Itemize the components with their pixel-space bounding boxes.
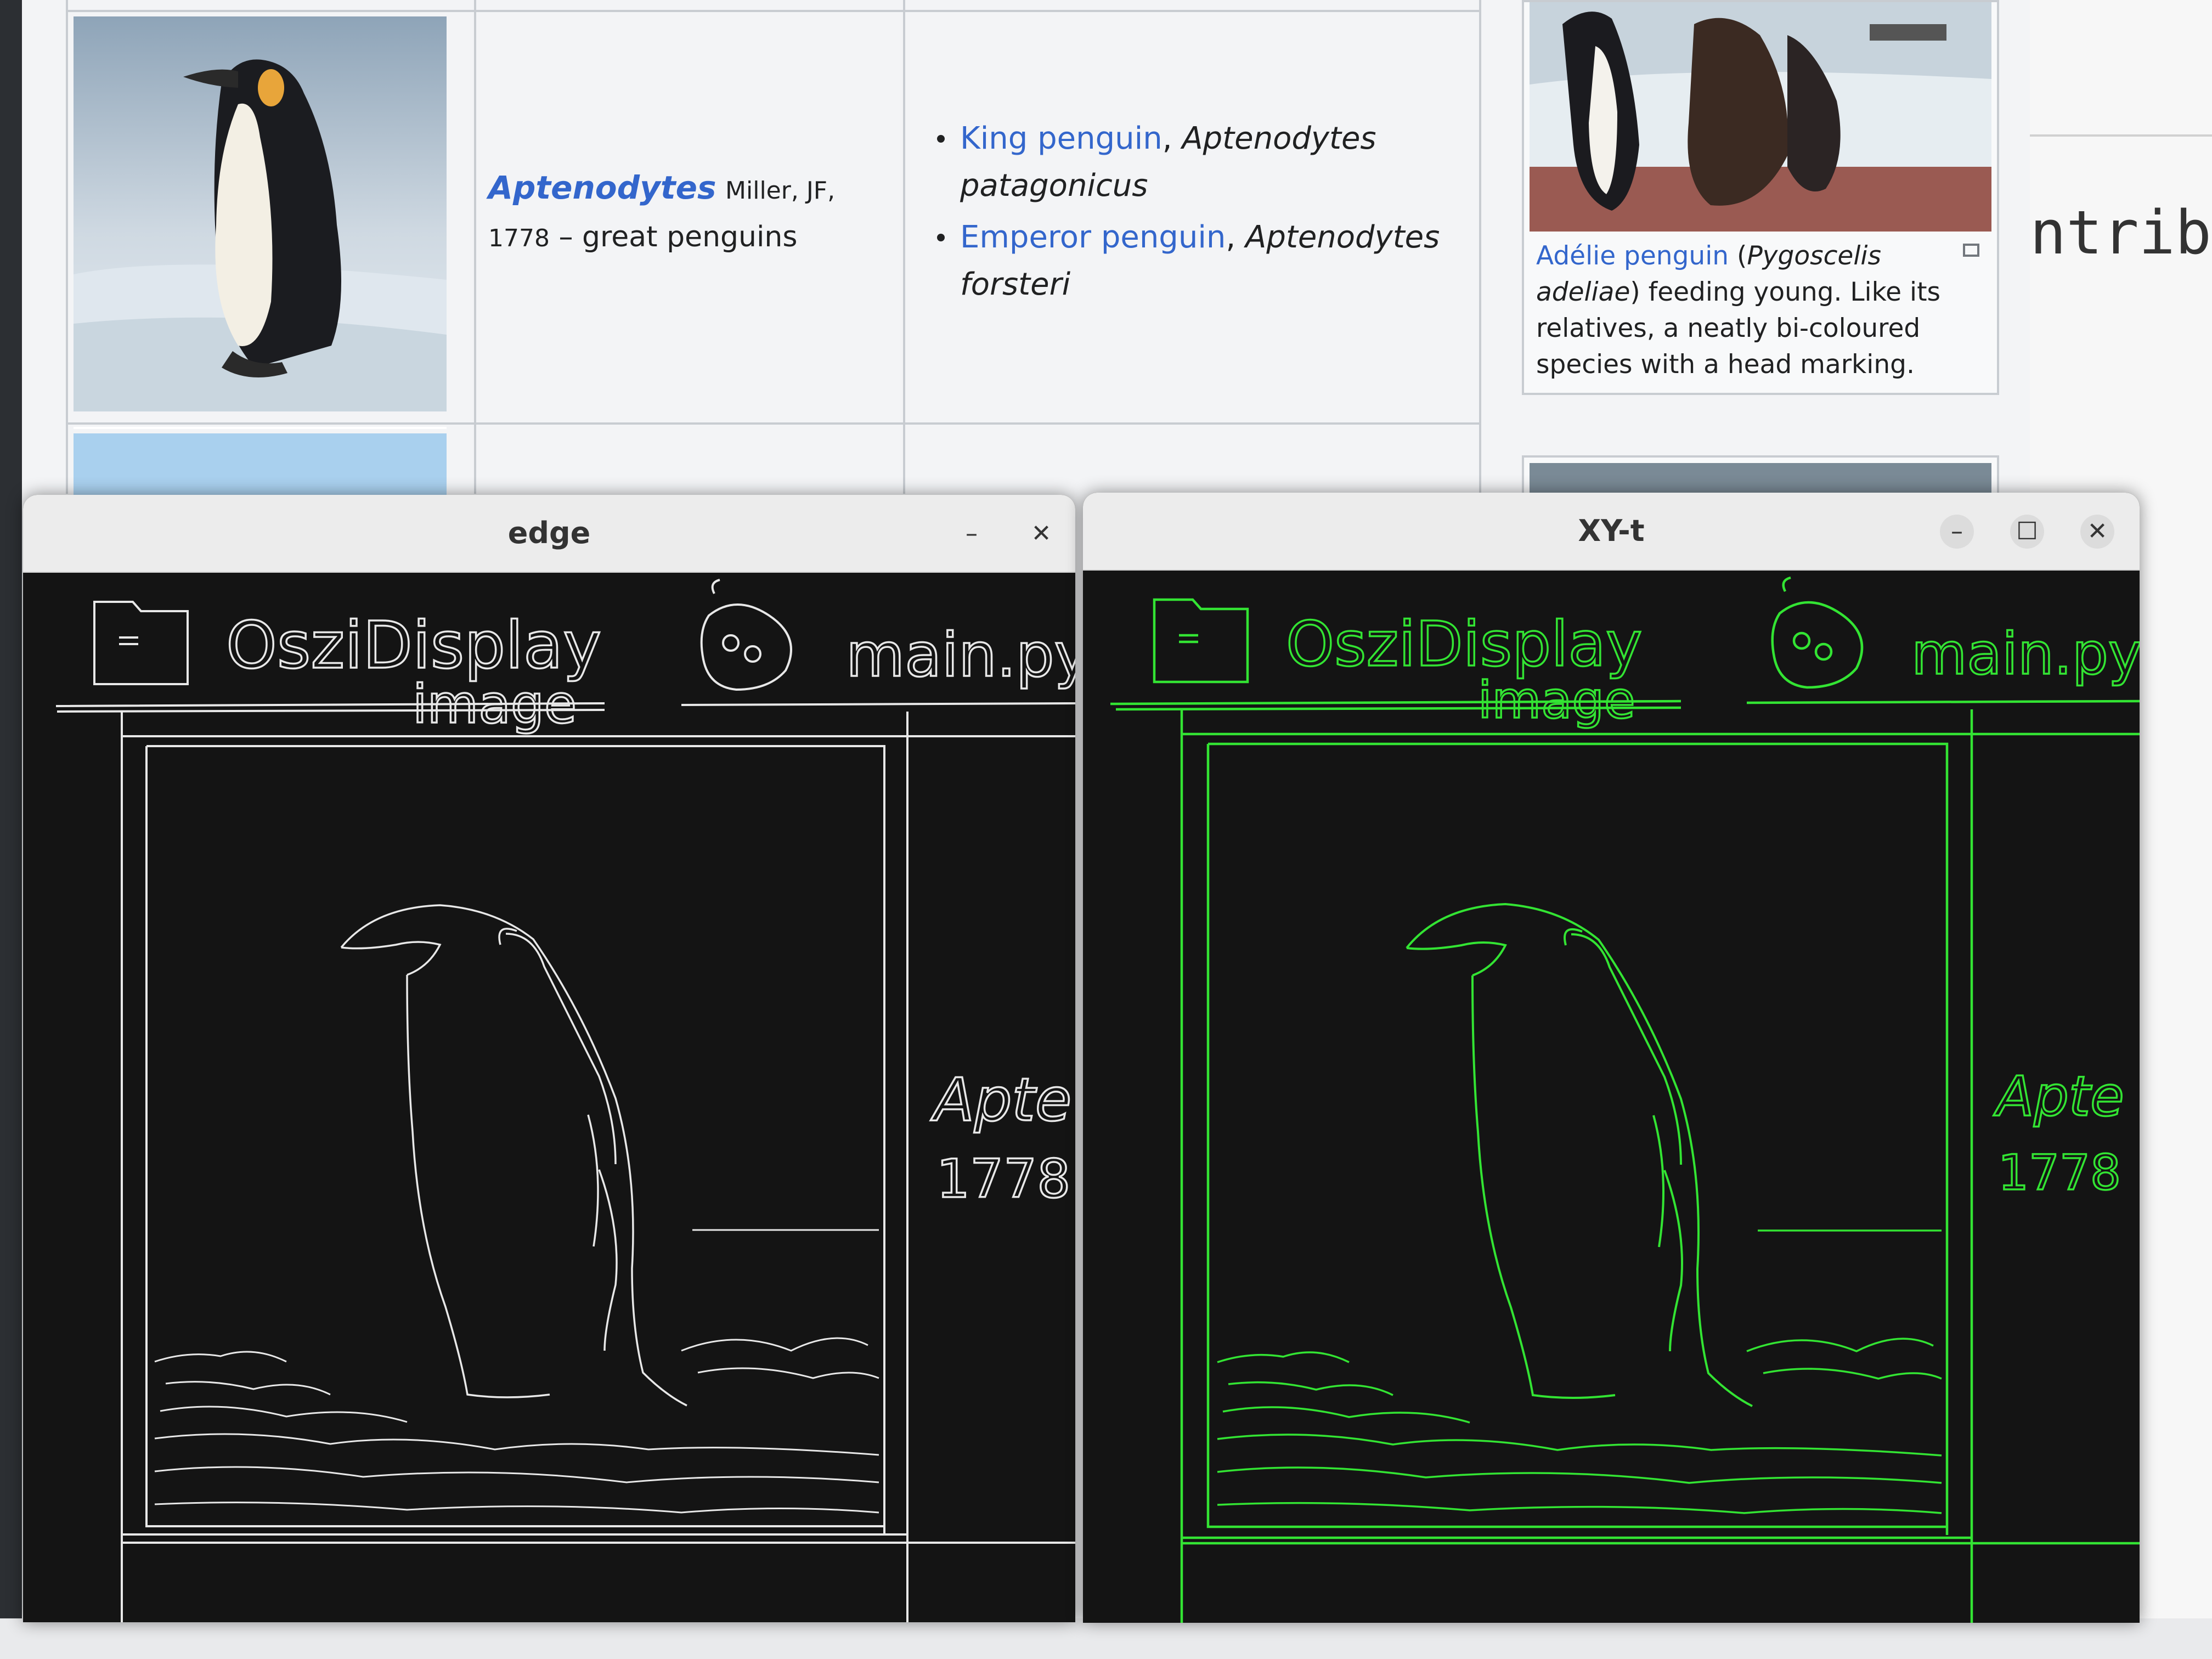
adelie-link[interactable]: Adélie penguin: [1536, 241, 1729, 271]
table-border: [66, 422, 1481, 425]
year-fragment-trace: 1778: [1998, 1144, 2121, 1201]
species-scientific-name: patagonicus: [960, 168, 1148, 204]
genus-table: Aptenodytes Miller, JF, 1778 – great pen…: [66, 0, 1481, 499]
python-icon: [700, 579, 792, 691]
species-link[interactable]: Emperor penguin: [960, 219, 1226, 255]
minimize-button[interactable]: –: [1940, 515, 1974, 549]
app-name-trace: OsziDisplay: [1286, 609, 1642, 680]
penguin-trace-drawing: [1406, 902, 1753, 1407]
enlarge-icon[interactable]: [1963, 244, 1979, 257]
genus-description: – great penguins: [558, 221, 798, 253]
species-list: King penguin, Aptenodytes patagonicus Em…: [933, 115, 1481, 313]
file-name-outline: main.py: [846, 620, 1075, 690]
table-border: [66, 0, 68, 494]
next-thumbnail-photo: [1530, 463, 1991, 496]
maximize-button[interactable]: ☐: [2010, 515, 2044, 549]
close-button[interactable]: ✕: [1024, 517, 1058, 551]
xyt-canvas: OsziDisplay main.py image Apte 1778: [1083, 569, 2140, 1623]
minimize-button[interactable]: –: [955, 517, 989, 551]
xyt-trace-image: OsziDisplay main.py image Apte 1778: [1110, 576, 2140, 1623]
edge-window-title: edge: [507, 516, 591, 550]
folder-icon: [1153, 598, 1249, 684]
ground-trace-drawing: [1217, 1229, 1942, 1514]
xyt-window-title: XY-t: [1578, 514, 1645, 548]
file-name-trace: main.py: [1911, 620, 2140, 687]
close-button[interactable]: ✕: [2080, 515, 2114, 549]
adelie-thumbnail: Adélie penguin (Pygoscelis adeliae) feed…: [1522, 0, 1999, 395]
species-scientific-name: forsteri: [960, 267, 1071, 302]
species-item: Emperor penguin, Aptenodytes forsteri: [937, 214, 1481, 308]
next-row-photo: [74, 433, 447, 499]
genus-fragment-outline: Apte: [930, 1066, 1071, 1135]
species-scientific-name: Aptenodytes: [1182, 121, 1376, 156]
python-icon: [1771, 576, 1864, 689]
table-border: [903, 0, 905, 494]
ground-edge-drawing: [154, 1229, 879, 1514]
xyt-window: XY-t – ☐ ✕ OsziDisplay main.py image Apt…: [1083, 493, 2140, 1623]
table-border: [66, 10, 1481, 12]
edge-window: edge – ✕ OsziDisplay main.py image Apte …: [23, 495, 1075, 1622]
side-panel-text: ntribu: [2030, 198, 2212, 268]
side-divider: [2030, 134, 2212, 137]
table-border: [474, 0, 476, 494]
emperor-penguin-photo[interactable]: [74, 16, 447, 411]
genus-fragment-trace: Apte: [1993, 1064, 2124, 1128]
edge-image: OsziDisplay main.py image Apte 1778: [55, 579, 1075, 1622]
screen-bottom-bezel: [0, 1618, 2212, 1659]
genus-authority: Miller, JF,: [725, 177, 836, 205]
image-label-trace: image: [1478, 671, 1635, 730]
desktop-edge-left: [0, 0, 22, 1659]
thumbnail-caption: Adélie penguin (Pygoscelis adeliae) feed…: [1536, 241, 1940, 380]
species-link[interactable]: King penguin: [960, 121, 1163, 156]
genus-cell: Aptenodytes Miller, JF, 1778 – great pen…: [488, 165, 872, 262]
species-scientific-name: Aptenodytes: [1245, 219, 1440, 255]
xyt-titlebar[interactable]: XY-t – ☐ ✕: [1083, 493, 2140, 571]
image-label-outline: image: [413, 674, 577, 735]
adelie-penguin-photo[interactable]: [1530, 2, 1991, 232]
edge-canvas: OsziDisplay main.py image Apte 1778: [23, 572, 1075, 1622]
edge-titlebar[interactable]: edge – ✕: [23, 495, 1075, 573]
penguin-edge-drawing: [340, 904, 687, 1407]
year-fragment-outline: 1778: [936, 1148, 1070, 1210]
folder-icon: [93, 601, 189, 685]
species-item: King penguin, Aptenodytes patagonicus: [937, 115, 1481, 210]
genus-link[interactable]: Aptenodytes: [488, 169, 716, 206]
row-gap: [74, 427, 447, 429]
app-name-outline: OsziDisplay: [226, 607, 601, 683]
genus-year: 1778: [488, 224, 550, 252]
